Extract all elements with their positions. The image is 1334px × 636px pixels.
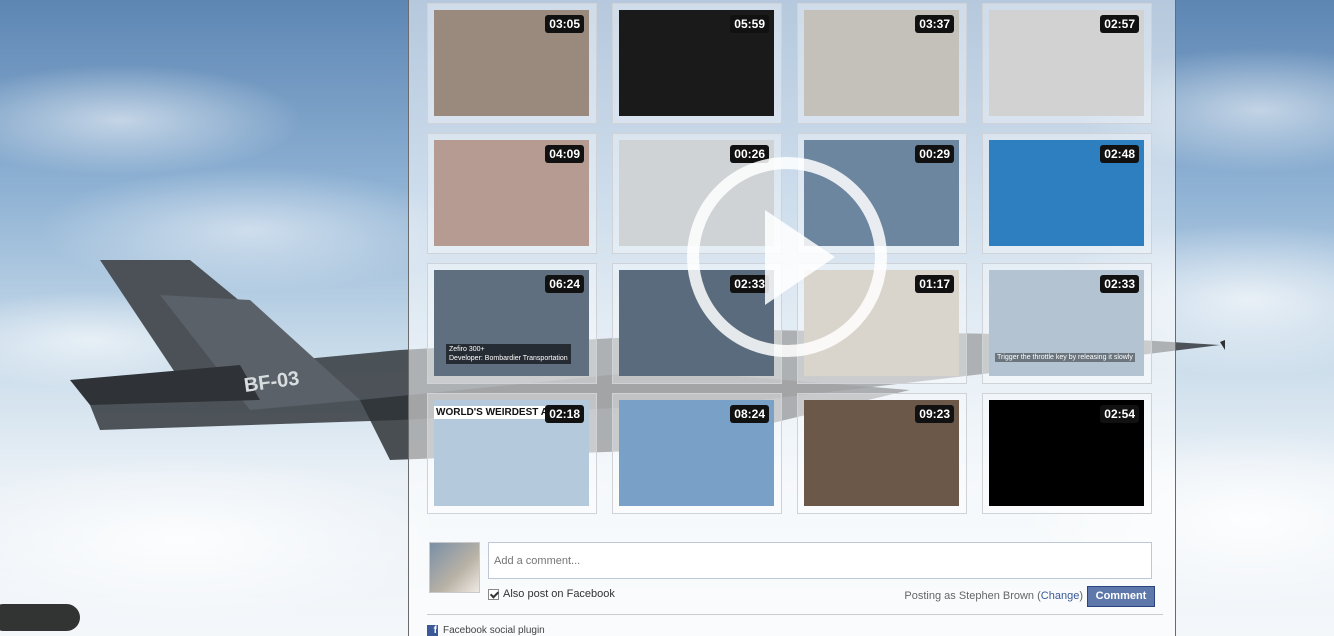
- lecture-hall-thumbnail[interactable]: 09:23: [804, 400, 959, 506]
- video-card[interactable]: Zefiro 300+ Developer: Bombardier Transpo…: [427, 263, 597, 384]
- video-duration: 06:24: [545, 275, 584, 293]
- video-duration: 00:29: [915, 145, 954, 163]
- video-card[interactable]: 09:23: [797, 393, 967, 514]
- video-card[interactable]: 01:17: [797, 263, 967, 384]
- video-duration: 04:09: [545, 145, 584, 163]
- video-card[interactable]: 00:26: [612, 133, 782, 254]
- video-card[interactable]: 03:37: [797, 3, 967, 124]
- facebook-plugin-label[interactable]: Facebook social plugin: [443, 625, 545, 636]
- video-duration: 02:57: [1100, 15, 1139, 33]
- video-duration: 05:59: [730, 15, 769, 33]
- video-card[interactable]: 00:29: [797, 133, 967, 254]
- ted-speaker-thumbnail[interactable]: 05:59: [619, 10, 774, 116]
- side-tab[interactable]: [0, 604, 80, 631]
- posting-as-label: Posting as Stephen Brown: [904, 590, 1035, 602]
- facebook-comment-box: Also post on Facebook Posting as Stephen…: [427, 532, 1163, 624]
- video-duration: 02:18: [545, 405, 584, 423]
- comment-input[interactable]: [488, 542, 1152, 579]
- red-fluid-thumbnail[interactable]: 02:54: [989, 400, 1144, 506]
- video-duration: 00:26: [730, 145, 769, 163]
- also-post-row[interactable]: Also post on Facebook: [488, 588, 615, 600]
- aircraft-carrier-thumbnail[interactable]: 02:33: [619, 270, 774, 376]
- fighter-landscape-thumbnail[interactable]: 00:29: [804, 140, 959, 246]
- comment-button[interactable]: Comment: [1087, 586, 1155, 607]
- rc-plane-thumbnail[interactable]: 04:09: [434, 140, 589, 246]
- thumb-caption: Trigger the throttle key by releasing it…: [995, 353, 1135, 362]
- thumb-caption: Zefiro 300+ Developer: Bombardier Transpo…: [446, 344, 571, 364]
- avatar: [429, 542, 480, 593]
- video-card[interactable]: 08:24: [612, 393, 782, 514]
- klm-airship-thumbnail[interactable]: 02:48: [989, 140, 1144, 246]
- weirdest-airplane-thumbnail[interactable]: WORLD'S WEIRDEST AIRP 02:18: [434, 400, 589, 506]
- video-duration: 02:33: [1100, 275, 1139, 293]
- posting-as-text: Posting as Stephen Brown (Change): [904, 590, 1083, 602]
- facebook-footer: f Facebook social plugin: [427, 614, 1163, 636]
- video-grid: 03:05 05:59 03:37 02:57 04:09 00:26 00:29 02:48…: [427, 3, 1167, 514]
- video-gallery-panel: 03:05 05:59 03:37 02:57 04:09 00:26 00:29 02:48…: [408, 0, 1176, 636]
- video-duration: 02:54: [1100, 405, 1139, 423]
- green-jet-model-thumbnail[interactable]: 03:37: [804, 10, 959, 116]
- jet-tail-label: BF-03: [243, 367, 301, 397]
- model-jet-thumbnail[interactable]: 03:05: [434, 10, 589, 116]
- video-duration: 01:17: [915, 275, 954, 293]
- helicopter-thumbnail[interactable]: 02:57: [989, 10, 1144, 116]
- thumb-caption-subtitle: Developer: Bombardier Transportation: [449, 355, 568, 362]
- video-card[interactable]: 05:59: [612, 3, 782, 124]
- video-card[interactable]: 02:57: [982, 3, 1152, 124]
- video-card[interactable]: 02:54: [982, 393, 1152, 514]
- video-duration: 02:33: [730, 275, 769, 293]
- facebook-icon: f: [427, 625, 438, 636]
- video-duration: 02:48: [1100, 145, 1139, 163]
- thumb-caption: WORLD'S WEIRDEST AIRP: [434, 406, 556, 419]
- zefiro-train-thumbnail[interactable]: Zefiro 300+ Developer: Bombardier Transpo…: [434, 270, 589, 376]
- stealth-render-thumbnail[interactable]: 00:26: [619, 140, 774, 246]
- video-card[interactable]: 02:48: [982, 133, 1152, 254]
- also-post-checkbox[interactable]: [488, 588, 499, 600]
- desert-plane-thumbnail[interactable]: 01:17: [804, 270, 959, 376]
- thumb-caption-title: Zefiro 300+: [449, 346, 485, 353]
- video-card[interactable]: 04:09: [427, 133, 597, 254]
- video-card[interactable]: Trigger the throttle key by releasing it…: [982, 263, 1152, 384]
- video-duration: 03:05: [545, 15, 584, 33]
- airliner-village-thumbnail[interactable]: 08:24: [619, 400, 774, 506]
- video-duration: 08:24: [730, 405, 769, 423]
- video-card[interactable]: 03:05: [427, 3, 597, 124]
- change-link[interactable]: Change: [1041, 590, 1080, 602]
- also-post-label: Also post on Facebook: [503, 588, 615, 600]
- video-duration: 09:23: [915, 405, 954, 423]
- video-card[interactable]: 02:33: [612, 263, 782, 384]
- rc-airliner-thumbnail[interactable]: Trigger the throttle key by releasing it…: [989, 270, 1144, 376]
- video-card[interactable]: WORLD'S WEIRDEST AIRP 02:18: [427, 393, 597, 514]
- video-duration: 03:37: [915, 15, 954, 33]
